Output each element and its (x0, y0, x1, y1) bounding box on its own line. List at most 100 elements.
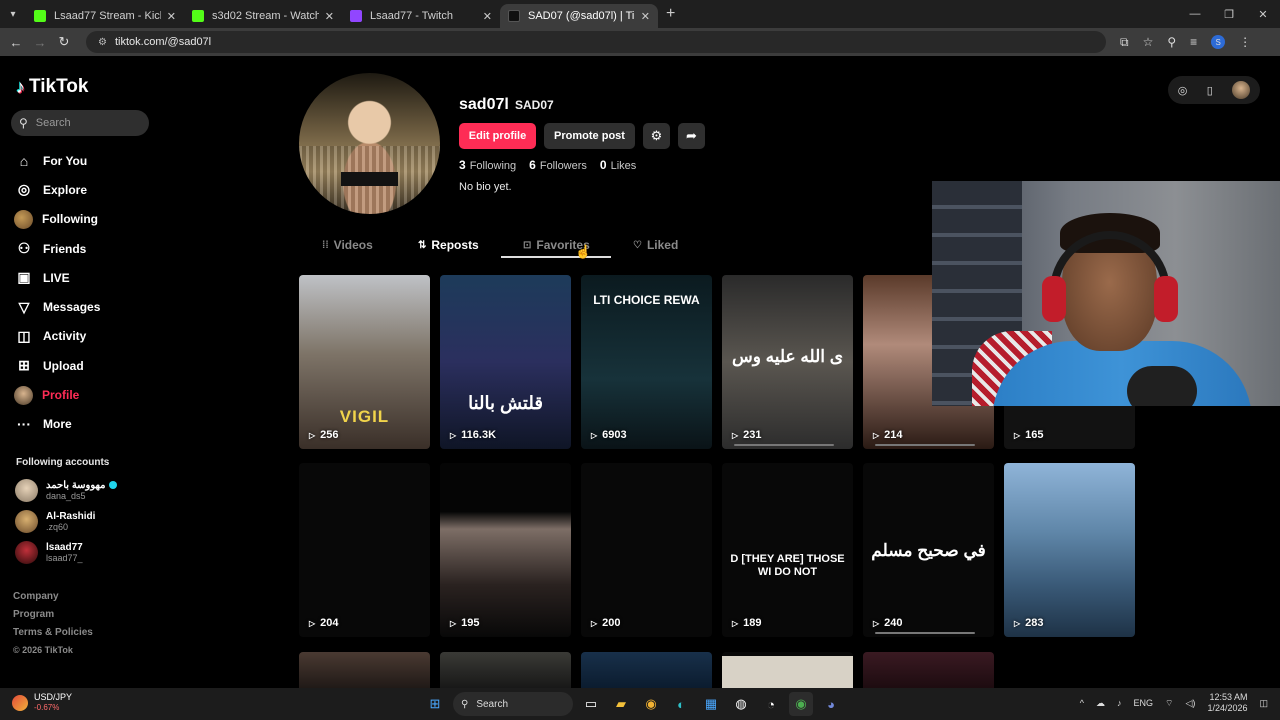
video-tile[interactable]: ى الله عليه وس ▷ 231 (722, 275, 853, 449)
coins-icon[interactable]: ◎ (1178, 84, 1188, 97)
reload-icon[interactable]: ↻ (52, 34, 76, 50)
sidebar-item-explore[interactable]: ◎ Explore (14, 175, 164, 204)
more-icon: ··· (17, 416, 31, 433)
sidebar-item-profile[interactable]: Profile (14, 380, 164, 409)
ticker-symbol: USD/JPY (34, 692, 73, 702)
taskbar-search[interactable]: ⚲ Search (453, 692, 573, 716)
tab-liked[interactable]: ♡ Liked (633, 231, 678, 259)
sidebar-item-upload[interactable]: ⊞ Upload (14, 351, 164, 380)
video-tile[interactable]: D [THEY ARE] THOSE WI DO NOT ▷ 189 (722, 463, 853, 637)
tiktok-logo[interactable]: ♪ TikTok (16, 76, 88, 98)
minimize-icon[interactable]: — (1178, 8, 1212, 20)
video-tile[interactable] (440, 652, 571, 688)
view-count: 6903 (602, 429, 627, 441)
video-tile[interactable]: ▷ 195 (440, 463, 571, 637)
sidebar-item-activity[interactable]: ◫ Activity (14, 322, 164, 351)
obs-icon[interactable]: ◍ (729, 692, 753, 716)
following-account[interactable]: مهووسة باحمد dana_ds5 (15, 479, 165, 502)
url-field[interactable]: ⚙ tiktok.com/@sad07l (86, 31, 1106, 53)
profile-nickname: SAD07 (515, 98, 554, 112)
following-stat[interactable]: 3 Following (459, 158, 516, 172)
notifications-icon[interactable]: ◫ (1259, 698, 1268, 709)
sidebar-item-friends[interactable]: ⚇ Friends (14, 234, 164, 263)
window-close-icon[interactable]: ✕ (1246, 8, 1280, 21)
video-tile[interactable] (863, 652, 994, 688)
device-icon[interactable]: ▯ (1207, 84, 1213, 97)
mic-tray-icon[interactable]: ♪ (1117, 698, 1122, 708)
sidebar-item-live[interactable]: ▣ LIVE (14, 263, 164, 292)
browser-tab[interactable]: s3d02 Stream - Watch Live on K ✕ (184, 4, 342, 28)
browser-profile-avatar[interactable]: S (1211, 35, 1226, 49)
reading-list-icon[interactable]: ≡ (1190, 35, 1197, 49)
video-tile[interactable]: في صحيح مسلم ▷ 240 (863, 463, 994, 637)
followers-stat[interactable]: 6 Followers (529, 158, 587, 172)
browser-menu-icon[interactable]: ⋮ (1239, 35, 1251, 49)
search-input[interactable]: ⚲ Search (11, 110, 149, 136)
video-tile[interactable]: ▷ 283 (1004, 463, 1135, 637)
task-view-icon[interactable]: ▭ (579, 692, 603, 716)
account-avatar-small[interactable] (1232, 81, 1251, 99)
clock-date: 1/24/2026 (1207, 703, 1248, 713)
sidebar-item-following[interactable]: Following (14, 205, 164, 234)
browser-tab[interactable]: Lsaad77 Stream - Kick Dashboar ✕ (26, 4, 184, 28)
store-icon[interactable]: ▦ (699, 692, 723, 716)
video-tile[interactable]: LTI CHOICE REWA ▷ 6903 (581, 275, 712, 449)
profile-tabs: ⁞⁞ Videos ⇅ Reposts ⊡ Favorites ♡ Liked (299, 231, 929, 259)
back-icon[interactable]: ← (4, 35, 28, 50)
browser-tab[interactable]: Lsaad77 - Twitch ✕ (342, 4, 500, 28)
account-avatar (15, 479, 38, 502)
close-tab-icon[interactable]: ✕ (483, 10, 492, 23)
close-tab-icon[interactable]: ✕ (325, 10, 334, 23)
video-tile[interactable]: قلتش بالنا ▷ 116.3K (440, 275, 571, 449)
tab-title: SAD07 (@sad07l) | TikTok (528, 10, 635, 22)
tab-title: Lsaad77 - Twitch (370, 10, 453, 22)
windows-start-icon[interactable]: ⊞ (423, 692, 447, 716)
share-icon[interactable]: ➦ (678, 123, 705, 149)
chrome-icon[interactable]: ◉ (639, 692, 663, 716)
video-tile[interactable]: VIGIL ▷ 256 (299, 275, 430, 449)
new-tab-icon[interactable]: + (666, 5, 675, 23)
video-tile[interactable] (299, 652, 430, 688)
video-tile[interactable] (722, 652, 853, 688)
discord-icon[interactable]: ◕ (819, 692, 843, 716)
language-indicator[interactable]: ENG (1134, 698, 1154, 708)
sidebar-item-more[interactable]: ··· More (14, 410, 164, 439)
clock[interactable]: 12:53 AM 1/24/2026 (1207, 692, 1247, 714)
sidebar-item-messages[interactable]: ▽ Messages (14, 292, 164, 321)
file-explorer-icon[interactable]: ▰ (609, 692, 633, 716)
following-account[interactable]: lsaad77 lsaad77_ (15, 541, 165, 564)
browser-tab-active[interactable]: SAD07 (@sad07l) | TikTok ✕ (500, 4, 658, 28)
volume-icon[interactable]: ◁) (1186, 698, 1196, 709)
tab-title: Lsaad77 Stream - Kick Dashboar (54, 10, 161, 22)
bookmark-star-icon[interactable]: ☆ (1143, 35, 1154, 49)
following-account[interactable]: Al-Rashidi .zq60 (15, 510, 165, 533)
onedrive-icon[interactable]: ☁ (1096, 698, 1105, 709)
video-tile[interactable]: ▷ 200 (581, 463, 712, 637)
close-tab-icon[interactable]: ✕ (167, 10, 176, 23)
settings-gear-icon[interactable]: ⚙ (643, 123, 670, 149)
video-tile[interactable]: ▷ 204 (299, 463, 430, 637)
tab-reposts[interactable]: ⇅ Reposts (418, 231, 479, 259)
close-tab-icon[interactable]: ✕ (641, 10, 650, 23)
footer-link-company[interactable]: Company (13, 591, 93, 609)
maximize-icon[interactable]: ❐ (1212, 8, 1246, 21)
tab-search-icon[interactable]: ▾ (0, 0, 26, 28)
edit-profile-button[interactable]: Edit profile (459, 123, 536, 149)
video-tile[interactable] (581, 652, 712, 688)
forward-icon[interactable]: → (28, 35, 52, 50)
footer-link-terms[interactable]: Terms & Policies (13, 627, 93, 645)
extensions-icon[interactable]: ⚲ (1167, 35, 1176, 49)
wifi-icon[interactable]: ⌔ (1165, 698, 1173, 709)
promote-post-button[interactable]: Promote post (544, 123, 635, 149)
tab-videos[interactable]: ⁞⁞ Videos (322, 231, 373, 259)
tray-chevron-icon[interactable]: ^ (1080, 698, 1084, 708)
site-info-icon[interactable]: ⚙ (98, 37, 107, 48)
app-icon[interactable]: ◔ (759, 692, 783, 716)
sidebar-item-for-you[interactable]: ⌂ For You (14, 146, 164, 175)
install-app-icon[interactable]: ⧉ (1120, 35, 1129, 50)
edge-icon[interactable]: ◐ (669, 692, 693, 716)
profile-avatar-large[interactable] (299, 73, 440, 214)
footer-link-program[interactable]: Program (13, 609, 93, 627)
stock-ticker-widget[interactable]: USD/JPY -0.67% (12, 692, 72, 713)
chrome-active-icon[interactable]: ◉ (789, 692, 813, 716)
